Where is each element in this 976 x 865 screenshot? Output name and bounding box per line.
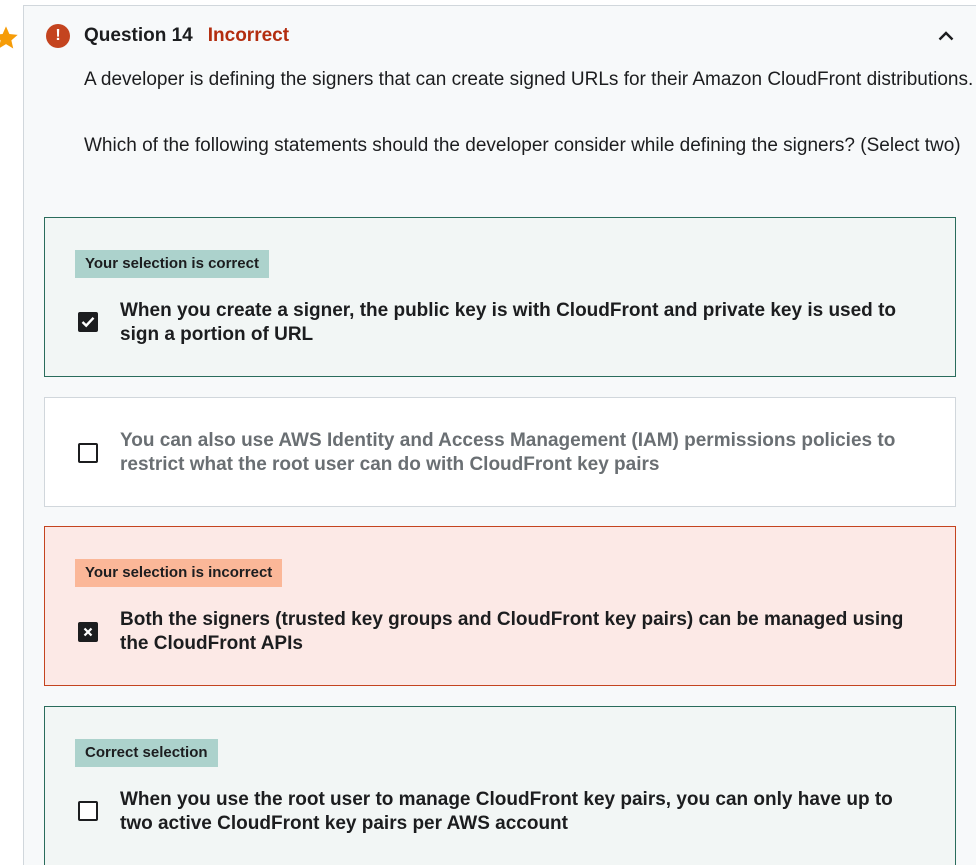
- collapse-button[interactable]: [934, 24, 958, 48]
- answer-option: Your selection is incorrect Both the sig…: [44, 526, 956, 686]
- selection-correct-badge: Your selection is correct: [75, 250, 269, 278]
- answer-checkbox[interactable]: [78, 443, 98, 463]
- question-prompt: Which of the following statements should…: [84, 135, 961, 156]
- star-icon[interactable]: [0, 24, 20, 52]
- answer-checkbox[interactable]: [78, 312, 98, 332]
- answer-text[interactable]: Both the signers (trusted key groups and…: [120, 608, 930, 656]
- question-text: A developer is defining the signers that…: [84, 69, 974, 90]
- answer-text[interactable]: When you create a signer, the public key…: [120, 299, 930, 347]
- status-label: Incorrect: [207, 25, 290, 46]
- checkmark-icon: [81, 316, 95, 328]
- exclamation-icon: !: [46, 24, 70, 48]
- question-title: Question 14: [84, 25, 193, 46]
- chevron-up-icon: [938, 31, 954, 41]
- answer-option: Correct selection When you use the root …: [44, 706, 956, 865]
- answer-checkbox[interactable]: [78, 801, 98, 821]
- answer-checkbox[interactable]: [78, 622, 98, 642]
- answer-text[interactable]: You can also use AWS Identity and Access…: [120, 429, 930, 477]
- answer-text[interactable]: When you use the root user to manage Clo…: [120, 788, 930, 836]
- selection-incorrect-badge: Your selection is incorrect: [75, 559, 283, 587]
- x-mark-icon: [83, 627, 93, 637]
- question-header: ! Question 14 Incorrect: [46, 22, 289, 50]
- answer-option: You can also use AWS Identity and Access…: [44, 397, 956, 507]
- answer-option: Your selection is correct When you creat…: [44, 217, 956, 377]
- correct-selection-badge: Correct selection: [75, 739, 218, 767]
